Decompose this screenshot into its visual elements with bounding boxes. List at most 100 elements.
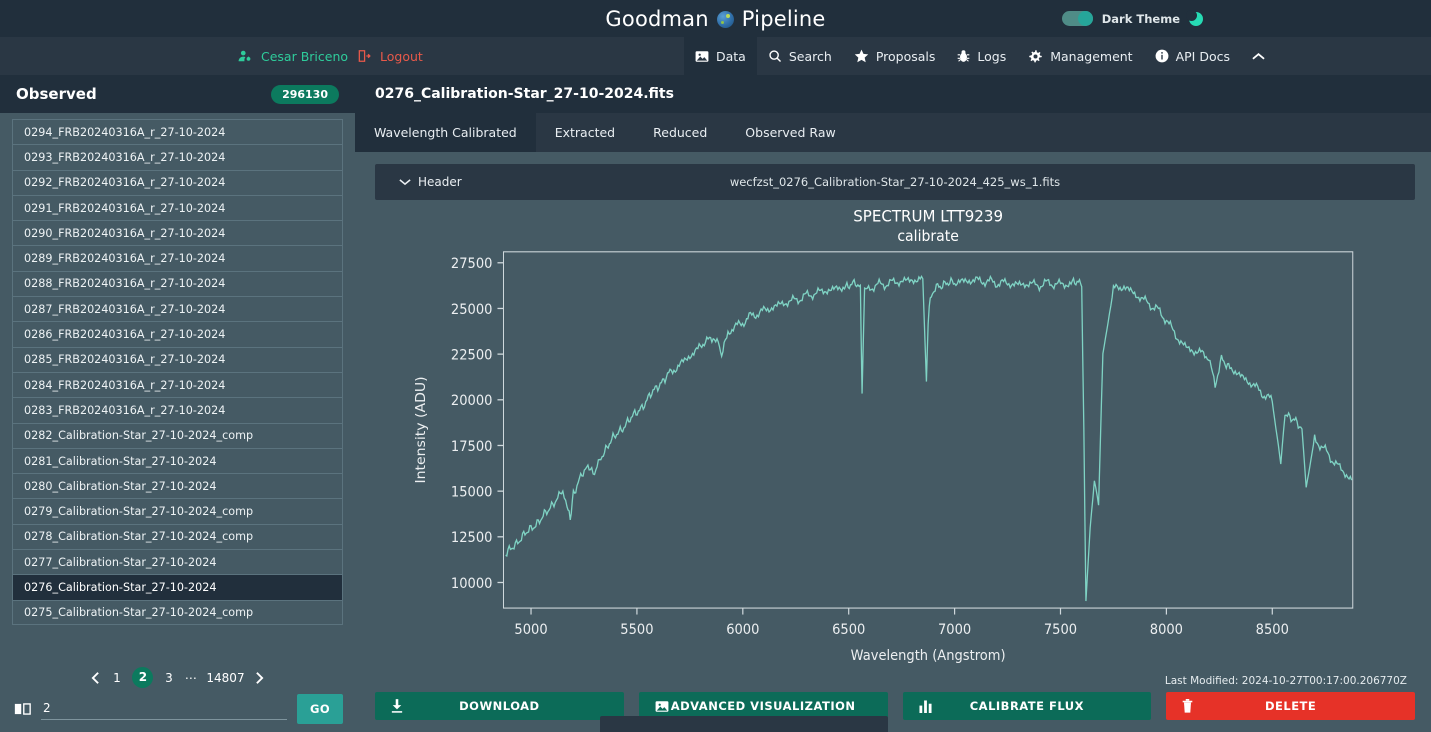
pagination-page-current[interactable]: 2 xyxy=(132,667,154,688)
nav-item-proposals[interactable]: Proposals xyxy=(843,37,947,75)
chevron-up-icon xyxy=(1252,52,1265,61)
page-title: 0276_Calibration-Star_27-10-2024.fits xyxy=(375,86,674,102)
chevron-down-icon xyxy=(399,178,411,186)
x-tick-label-6: 8000 xyxy=(1150,622,1183,639)
y-tick-label-7: 27500 xyxy=(451,256,493,273)
tab-extracted[interactable]: Extracted xyxy=(536,113,634,152)
logout-label[interactable]: Logout xyxy=(380,49,423,64)
list-item[interactable]: 0285_FRB20240316A_r_27-10-2024 xyxy=(12,346,343,372)
tab-reduced[interactable]: Reduced xyxy=(634,113,726,152)
list-item-label: 0289_FRB20240316A_r_27-10-2024 xyxy=(24,252,226,266)
list-item[interactable]: 0284_FRB20240316A_r_27-10-2024 xyxy=(12,371,343,398)
chart-frame xyxy=(502,251,1354,609)
app-title-left: Goodman xyxy=(605,6,709,31)
observed-count-badge: 296130 xyxy=(271,84,339,104)
x-tick-label-0: 5000 xyxy=(514,622,547,639)
y-tick-label-0: 10000 xyxy=(451,575,493,592)
nav-bar: Cesar Briceno Logout Data Search Proposa… xyxy=(0,37,1431,75)
list-item[interactable]: 0281_Calibration-Star_27-10-2024 xyxy=(12,447,343,474)
nav-label-data: Data xyxy=(716,48,746,64)
nav-label-logs: Logs xyxy=(977,48,1007,64)
image-icon xyxy=(655,700,669,713)
pagination-page-3[interactable]: 3 xyxy=(162,671,175,685)
y-tick-label-2: 15000 xyxy=(451,484,493,501)
goto-page-input[interactable] xyxy=(41,698,287,720)
body: Observed 296130 0294_FRB20240316A_r_27-1… xyxy=(0,75,1431,732)
pagination: 1 2 3 ⋯ 14807 xyxy=(0,660,355,692)
globe-icon xyxy=(716,11,734,28)
list-item[interactable]: 0275_Calibration-Star_27-10-2024_comp xyxy=(12,599,343,625)
header-accordion[interactable]: Header wecfzst_0276_Calibration-Star_27-… xyxy=(375,164,1415,200)
y-tick-label-6: 25000 xyxy=(451,301,493,318)
y-tick-label-3: 17500 xyxy=(451,438,493,455)
pagination-page-1[interactable]: 1 xyxy=(110,671,123,685)
list-item[interactable]: 0283_FRB20240316A_r_27-10-2024 xyxy=(12,397,343,423)
delete-label: DELETE xyxy=(1264,699,1317,713)
nav-item-api-docs[interactable]: API Docs xyxy=(1144,37,1241,75)
dark-theme-switch[interactable] xyxy=(1061,11,1093,26)
tab-wavelength-calibrated[interactable]: Wavelength Calibrated xyxy=(355,113,536,152)
download-label: DOWNLOAD xyxy=(459,699,540,713)
app-title-right: Pipeline xyxy=(741,6,826,31)
user-name[interactable]: Cesar Briceno xyxy=(261,49,348,64)
list-item[interactable]: 0280_Calibration-Star_27-10-2024 xyxy=(12,473,343,499)
goto-page-group: GO xyxy=(0,692,355,732)
last-modified-text: Last Modified: 2024-10-27T00:17:00.20677… xyxy=(1164,675,1407,687)
tab-label: Reduced xyxy=(653,125,708,140)
x-tick-label-7: 8500 xyxy=(1256,622,1289,639)
nav-item-logs[interactable]: Logs xyxy=(946,37,1017,75)
calibrate-flux-label: CALIBRATE FLUX xyxy=(969,699,1084,713)
nav-item-search[interactable]: Search xyxy=(757,37,843,75)
calibrate-flux-button[interactable]: CALIBRATE FLUX xyxy=(902,692,1152,720)
pagination-prev-icon[interactable] xyxy=(90,671,101,685)
list-item-label: 0287_FRB20240316A_r_27-10-2024 xyxy=(24,302,226,316)
nav-collapse-button[interactable] xyxy=(1241,37,1276,75)
nav-item-data[interactable]: Data xyxy=(684,37,757,75)
list-item[interactable]: 0293_FRB20240316A_r_27-10-2024 xyxy=(12,144,343,170)
search-icon xyxy=(768,49,782,63)
nav-label-proposals: Proposals xyxy=(875,48,936,64)
spectrum-chart[interactable]: SPECTRUM LTT9239 calibrate 10000 12500 15000… xyxy=(375,200,1415,675)
sidebar-title: Observed xyxy=(16,85,97,103)
list-item[interactable]: 0278_Calibration-Star_27-10-2024_comp xyxy=(12,523,343,550)
list-item[interactable]: 0288_FRB20240316A_r_27-10-2024 xyxy=(12,270,343,297)
list-item[interactable]: 0292_FRB20240316A_r_27-10-2024 xyxy=(12,169,343,195)
nav-label-management: Management xyxy=(1050,48,1133,64)
list-item-label: 0278_Calibration-Star_27-10-2024_comp xyxy=(24,530,254,544)
nav-items: Data Search Proposals Logs Management AP… xyxy=(684,37,1276,75)
list-item-label: 0277_Calibration-Star_27-10-2024 xyxy=(24,555,217,569)
list-item[interactable]: 0277_Calibration-Star_27-10-2024 xyxy=(12,549,343,575)
list-item[interactable]: 0294_FRB20240316A_r_27-10-2024 xyxy=(12,119,343,145)
nav-label-search: Search xyxy=(788,48,832,64)
list-item[interactable]: 0276_Calibration-Star_27-10-2024 xyxy=(12,574,343,600)
list-item-label: 0291_FRB20240316A_r_27-10-2024 xyxy=(24,201,226,215)
x-tick-label-2: 6000 xyxy=(726,622,759,639)
theme-toggle-group[interactable]: Dark Theme xyxy=(1061,0,1203,37)
list-item-label: 0288_FRB20240316A_r_27-10-2024 xyxy=(24,277,226,291)
list-item[interactable]: 0287_FRB20240316A_r_27-10-2024 xyxy=(12,296,343,322)
list-item[interactable]: 0279_Calibration-Star_27-10-2024_comp xyxy=(12,498,343,524)
pagination-page-last[interactable]: 14807 xyxy=(206,671,244,685)
list-item[interactable]: 0291_FRB20240316A_r_27-10-2024 xyxy=(12,194,343,221)
go-button[interactable]: GO xyxy=(296,694,343,724)
nav-item-management[interactable]: Management xyxy=(1017,37,1143,75)
app-title: Goodman Pipeline xyxy=(605,7,825,31)
spectrum-line xyxy=(505,274,1353,602)
list-item[interactable]: 0286_FRB20240316A_r_27-10-2024 xyxy=(12,321,343,347)
list-item-label: 0279_Calibration-Star_27-10-2024_comp xyxy=(24,505,254,519)
download-button[interactable]: DOWNLOAD xyxy=(375,692,624,720)
list-item[interactable]: 0290_FRB20240316A_r_27-10-2024 xyxy=(12,220,343,246)
list-item[interactable]: 0289_FRB20240316A_r_27-10-2024 xyxy=(12,245,343,271)
tab-observed-raw[interactable]: Observed Raw xyxy=(726,113,854,152)
pagination-next-icon[interactable] xyxy=(254,671,265,685)
dark-theme-label: Dark Theme xyxy=(1101,11,1180,26)
brand-bar: Goodman Pipeline Dark Theme xyxy=(0,0,1431,37)
delete-button[interactable]: DELETE xyxy=(1166,692,1415,720)
sidebar-header: Observed 296130 xyxy=(0,75,355,113)
list-item-label: 0282_Calibration-Star_27-10-2024_comp xyxy=(24,429,254,443)
logout-icon[interactable] xyxy=(357,49,371,63)
list-item[interactable]: 0282_Calibration-Star_27-10-2024_comp xyxy=(12,422,343,448)
trash-icon xyxy=(1182,699,1193,713)
header-accordion-toggle[interactable]: Header xyxy=(375,175,462,189)
observed-file-list[interactable]: 0294_FRB20240316A_r_27-10-2024 0293_FRB20… xyxy=(0,113,355,660)
